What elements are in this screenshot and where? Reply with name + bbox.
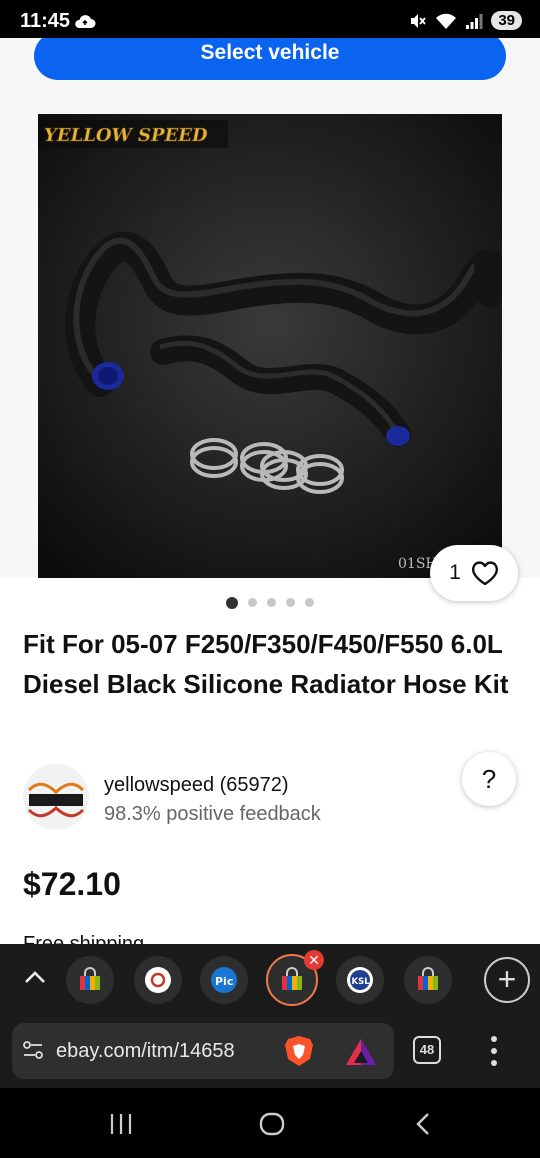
- heart-icon: [471, 561, 498, 586]
- close-icon[interactable]: ✕: [304, 950, 324, 970]
- product-gallery[interactable]: YELLOW SPEED 01SH: [0, 114, 540, 578]
- like-button[interactable]: 1: [430, 545, 518, 601]
- status-time: 11:45: [20, 10, 71, 32]
- svg-text:KSL: KSL: [352, 977, 371, 987]
- shipping-info: Free shipping: [23, 933, 145, 944]
- product-image[interactable]: YELLOW SPEED 01SH: [38, 114, 502, 578]
- overflow-menu-icon[interactable]: [484, 1034, 504, 1068]
- new-tab-button[interactable]: +: [484, 957, 530, 1003]
- system-nav-bar: [0, 1088, 540, 1158]
- pager-dot[interactable]: [226, 596, 238, 609]
- address-bar[interactable]: ebay.com/itm/14658: [12, 1023, 394, 1079]
- site-settings-icon[interactable]: [22, 1039, 44, 1061]
- tab-switcher-button[interactable]: 48: [413, 1036, 441, 1064]
- tab-pic[interactable]: Pic: [200, 956, 248, 1004]
- shopping-bag-icon: [282, 967, 302, 990]
- mute-icon: [411, 13, 427, 28]
- pager-dot[interactable]: [248, 598, 257, 607]
- seller-logo-mark: [27, 782, 85, 818]
- battery-indicator: 39: [491, 11, 522, 30]
- ksl-favicon-icon: KSL: [347, 967, 373, 993]
- pager-dot[interactable]: [305, 598, 314, 607]
- pager-dot[interactable]: [286, 598, 295, 607]
- shopping-bag-icon: [80, 967, 100, 990]
- address-bar-row: ebay.com/itm/14658 48: [0, 1016, 540, 1088]
- cloud-sync-icon: [75, 15, 96, 28]
- tab-ebay-2[interactable]: [404, 956, 452, 1004]
- chevron-up-icon[interactable]: [20, 962, 50, 992]
- pager-dot[interactable]: [267, 598, 276, 607]
- tab-ksl[interactable]: KSL: [336, 956, 384, 1004]
- wifi-icon: [436, 13, 457, 29]
- recent-apps-icon[interactable]: [108, 1112, 134, 1136]
- seller-logo[interactable]: [23, 764, 89, 830]
- help-label: ?: [481, 764, 497, 794]
- pic-favicon-icon: Pic: [211, 967, 237, 993]
- seller-name[interactable]: yellowspeed (65972): [104, 774, 289, 797]
- page-content: Select vehicle YELLOW SPEED 01SH 1 Fit F…: [0, 38, 540, 944]
- listing-title: Fit For 05-07 F250/F350/F450/F550 6.0L D…: [23, 629, 509, 699]
- home-icon[interactable]: [258, 1111, 286, 1137]
- site-favicon-icon: [145, 967, 171, 993]
- rewards-triangle-icon[interactable]: [344, 1037, 378, 1067]
- seller-feedback: 98.3% positive feedback: [104, 803, 321, 825]
- tab-strip: Pic ✕ KSL +: [0, 944, 540, 1016]
- like-count: 1: [449, 561, 461, 584]
- brave-shields-icon[interactable]: [284, 1035, 314, 1067]
- help-button[interactable]: ?: [462, 752, 516, 806]
- seller-info[interactable]: yellowspeed (65972) 98.3% positive feedb…: [23, 752, 523, 834]
- status-indicators: 39: [409, 11, 522, 30]
- svg-text:Pic: Pic: [215, 975, 233, 988]
- url-text[interactable]: ebay.com/itm/14658: [56, 1040, 270, 1063]
- tab-ebay-active[interactable]: ✕: [266, 950, 324, 1006]
- image-pager[interactable]: [0, 596, 540, 609]
- back-icon[interactable]: [412, 1111, 434, 1137]
- tab-2[interactable]: [134, 956, 182, 1004]
- select-vehicle-button[interactable]: Select vehicle: [34, 38, 506, 80]
- price: $72.10: [23, 866, 121, 902]
- shopping-bag-icon: [418, 967, 438, 990]
- tab-ebay[interactable]: [66, 956, 114, 1004]
- watermark-brand: YELLOW SPEED: [44, 125, 208, 146]
- signal-icon: [466, 13, 483, 29]
